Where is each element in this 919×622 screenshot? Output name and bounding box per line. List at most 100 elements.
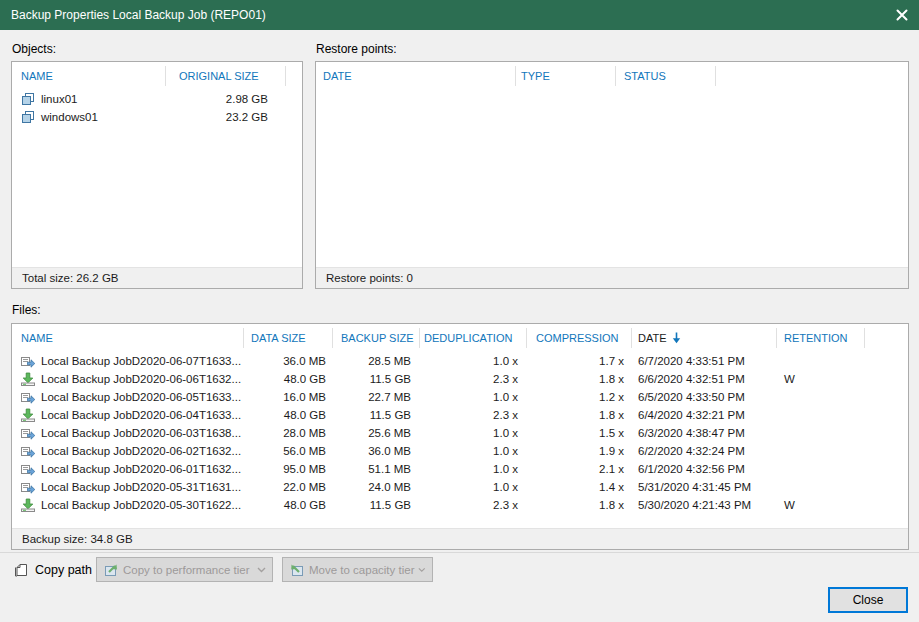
- restore-column-date[interactable]: DATE: [316, 66, 516, 86]
- file-row[interactable]: Local Backup JobD2020-06-01T1632... 95.0…: [12, 460, 908, 478]
- restore-column-status[interactable]: STATUS: [616, 66, 716, 86]
- file-row[interactable]: Local Backup JobD2020-05-30T1622... 48.0…: [12, 496, 908, 514]
- file-backup-size: 25.6 MB: [333, 427, 420, 439]
- file-name: Local Backup JobD2020-06-01T1632...: [41, 463, 241, 475]
- move-to-capacity-tier-label: Move to capacity tier: [309, 564, 414, 576]
- file-date: 6/2/2020 4:32:24 PM: [632, 445, 777, 457]
- file-data-size: 36.0 MB: [244, 355, 333, 367]
- file-data-size: 22.0 MB: [244, 481, 333, 493]
- file-data-size: 28.0 MB: [244, 427, 333, 439]
- file-name: Local Backup JobD2020-06-07T1633...: [41, 355, 241, 367]
- file-retention: W: [777, 499, 865, 511]
- file-backup-size: 11.5 GB: [333, 373, 420, 385]
- move-to-capacity-tier-button[interactable]: Move to capacity tier: [282, 557, 433, 582]
- object-row[interactable]: linux01 2.98 GB: [12, 90, 302, 108]
- files-column-data-size[interactable]: DATA SIZE: [244, 328, 333, 348]
- file-backup-size: 11.5 GB: [333, 499, 420, 511]
- bottom-separator: [0, 552, 919, 553]
- object-original-size: 23.2 GB: [166, 111, 286, 123]
- file-compression: 1.8 x: [527, 373, 632, 385]
- file-deduplication: 2.3 x: [420, 499, 527, 511]
- file-backup-size: 24.0 MB: [333, 481, 420, 493]
- file-row[interactable]: Local Backup JobD2020-05-31T1631... 22.0…: [12, 478, 908, 496]
- copy-to-performance-tier-label: Copy to performance tier: [123, 564, 250, 576]
- close-icon[interactable]: [895, 8, 909, 22]
- file-deduplication: 1.0 x: [420, 391, 527, 403]
- file-date: 6/5/2020 4:33:50 PM: [632, 391, 777, 403]
- file-name: Local Backup JobD2020-06-05T1633...: [41, 391, 241, 403]
- object-name: linux01: [41, 93, 77, 105]
- file-backup-size: 51.1 MB: [333, 463, 420, 475]
- incremental-backup-file-icon: [20, 425, 36, 441]
- file-data-size: 56.0 MB: [244, 445, 333, 457]
- file-data-size: 95.0 MB: [244, 463, 333, 475]
- incremental-backup-file-icon: [20, 461, 36, 477]
- files-column-compression[interactable]: COMPRESSION: [527, 328, 632, 348]
- files-column-name[interactable]: NAME: [12, 328, 244, 348]
- file-compression: 1.2 x: [527, 391, 632, 403]
- files-column-date[interactable]: DATE: [632, 328, 777, 348]
- file-row[interactable]: Local Backup JobD2020-06-04T1633... 48.0…: [12, 406, 908, 424]
- file-row[interactable]: Local Backup JobD2020-06-05T1633... 16.0…: [12, 388, 908, 406]
- file-date: 6/6/2020 4:32:51 PM: [632, 373, 777, 385]
- incremental-backup-file-icon: [20, 479, 36, 495]
- file-date: 5/31/2020 4:31:45 PM: [632, 481, 777, 493]
- object-original-size: 2.98 GB: [166, 93, 286, 105]
- files-column-deduplication[interactable]: DEDUPLICATION: [420, 328, 527, 348]
- file-date: 6/1/2020 4:32:56 PM: [632, 463, 777, 475]
- file-compression: 1.7 x: [527, 355, 632, 367]
- file-deduplication: 1.0 x: [420, 445, 527, 457]
- file-name: Local Backup JobD2020-05-31T1631...: [41, 481, 241, 493]
- file-row[interactable]: Local Backup JobD2020-06-06T1632... 48.0…: [12, 370, 908, 388]
- files-header: NAME DATA SIZE BACKUP SIZE DEDUPLICATION…: [12, 324, 908, 352]
- objects-column-name[interactable]: NAME: [12, 66, 166, 86]
- file-deduplication: 2.3 x: [420, 409, 527, 421]
- full-backup-file-icon: [20, 371, 36, 387]
- incremental-backup-file-icon: [20, 443, 36, 459]
- objects-list: linux01 2.98 GB windows01 23.2 GB: [12, 90, 302, 126]
- restore-column-type[interactable]: TYPE: [516, 66, 616, 86]
- vm-icon: [20, 109, 36, 125]
- file-row[interactable]: Local Backup JobD2020-06-02T1632... 56.0…: [12, 442, 908, 460]
- backup-properties-dialog: { "title": "Backup Properties Local Back…: [0, 0, 919, 622]
- file-name: Local Backup JobD2020-06-03T1638...: [41, 427, 241, 439]
- move-to-capacity-tier-icon: [289, 562, 305, 578]
- file-backup-size: 22.7 MB: [333, 391, 420, 403]
- file-retention: W: [777, 373, 865, 385]
- objects-column-original-size[interactable]: ORIGINAL SIZE: [166, 66, 286, 86]
- file-compression: 1.4 x: [527, 481, 632, 493]
- file-name: Local Backup JobD2020-05-30T1622...: [41, 499, 241, 511]
- file-compression: 1.8 x: [527, 499, 632, 511]
- file-data-size: 48.0 GB: [244, 409, 333, 421]
- restore-points-header: DATE TYPE STATUS: [316, 62, 908, 90]
- sort-descending-icon: [672, 332, 681, 344]
- file-name: Local Backup JobD2020-06-04T1633...: [41, 409, 241, 421]
- copy-to-performance-tier-button[interactable]: Copy to performance tier: [96, 557, 273, 582]
- restore-points-footer: Restore points: 0: [316, 267, 908, 288]
- file-row[interactable]: Local Backup JobD2020-06-07T1633... 36.0…: [12, 352, 908, 370]
- file-backup-size: 11.5 GB: [333, 409, 420, 421]
- object-name: windows01: [41, 111, 98, 123]
- files-column-retention[interactable]: RETENTION: [777, 328, 865, 348]
- chevron-down-icon: [418, 567, 426, 573]
- restore-points-panel: DATE TYPE STATUS Restore points: 0: [315, 61, 909, 289]
- close-button[interactable]: Close: [828, 587, 908, 613]
- file-row[interactable]: Local Backup JobD2020-06-03T1638... 28.0…: [12, 424, 908, 442]
- file-date: 6/7/2020 4:33:51 PM: [632, 355, 777, 367]
- object-row[interactable]: windows01 23.2 GB: [12, 108, 302, 126]
- copy-path-button[interactable]: Copy path: [13, 557, 92, 582]
- file-date: 6/4/2020 4:32:21 PM: [632, 409, 777, 421]
- file-compression: 2.1 x: [527, 463, 632, 475]
- files-panel: NAME DATA SIZE BACKUP SIZE DEDUPLICATION…: [11, 323, 909, 550]
- vm-icon: [20, 91, 36, 107]
- file-deduplication: 1.0 x: [420, 427, 527, 439]
- file-data-size: 48.0 GB: [244, 373, 333, 385]
- file-date: 5/30/2020 4:21:43 PM: [632, 499, 777, 511]
- file-name: Local Backup JobD2020-06-06T1632...: [41, 373, 241, 385]
- files-column-backup-size[interactable]: BACKUP SIZE: [333, 328, 420, 348]
- restore-points-label: Restore points:: [316, 42, 397, 56]
- title-bar: Backup Properties Local Backup Job (REPO…: [0, 0, 919, 30]
- full-backup-file-icon: [20, 497, 36, 513]
- file-compression: 1.8 x: [527, 409, 632, 421]
- copy-icon: [13, 562, 29, 578]
